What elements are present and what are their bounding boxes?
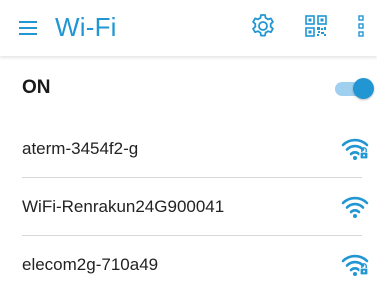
wifi-signal-locked-icon (341, 254, 369, 276)
gear-icon (252, 14, 274, 37)
wifi-signal-icon (341, 196, 369, 218)
wifi-toggle-row[interactable]: ON (0, 56, 377, 120)
more-options-button[interactable] (349, 10, 373, 42)
page-title: Wi-Fi (55, 12, 117, 42)
network-item[interactable]: aterm-3454f2-g (0, 120, 377, 178)
more-vertical-icon (358, 15, 364, 37)
network-item[interactable]: elecom2g-710a49 (0, 236, 377, 294)
network-name: aterm-3454f2-g (22, 139, 139, 158)
hamburger-menu-icon (19, 21, 37, 35)
network-name: WiFi-Renrakun24G900041 (22, 197, 225, 216)
wifi-settings-screen: Wi-Fi ON aterm-3454f2-g WiFi-Renrakun24G… (0, 0, 377, 300)
switch-thumb (353, 78, 374, 99)
app-bar: Wi-Fi (0, 0, 377, 56)
menu-button[interactable] (12, 12, 44, 44)
wifi-signal-locked-icon (341, 138, 369, 160)
network-list: aterm-3454f2-g WiFi-Renrakun24G900041 el… (0, 120, 377, 294)
qr-scan-button[interactable] (300, 10, 332, 42)
wifi-toggle-switch[interactable] (335, 78, 375, 99)
network-item[interactable]: WiFi-Renrakun24G900041 (0, 178, 377, 236)
wifi-state-label: ON (22, 77, 51, 98)
qr-code-icon (305, 15, 327, 37)
settings-button[interactable] (247, 10, 279, 42)
network-name: elecom2g-710a49 (22, 255, 159, 274)
